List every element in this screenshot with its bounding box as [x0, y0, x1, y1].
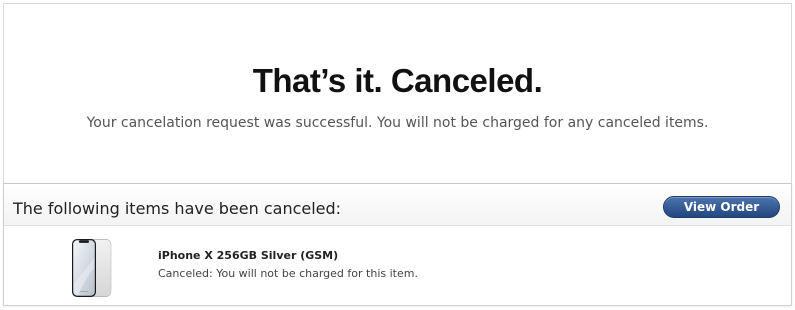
- canceled-items-heading: The following items have been canceled:: [13, 199, 342, 218]
- confirmation-message: Your cancelation request was successful.…: [86, 115, 709, 131]
- canceled-items-panel: The following items have been canceled: …: [3, 183, 792, 306]
- iphone-x-silver-icon: [72, 239, 112, 297]
- page-title: That’s it. Canceled.: [252, 62, 543, 99]
- cancel-confirmation-page: That’s it. Canceled. Your cancelation re…: [0, 0, 795, 310]
- view-order-button[interactable]: View Order: [663, 196, 780, 218]
- list-item: iPhone X 256GB Silver (GSM) Canceled: Yo…: [4, 226, 791, 306]
- canceled-items-header: The following items have been canceled: …: [4, 184, 791, 226]
- item-name: iPhone X 256GB Silver (GSM): [158, 249, 339, 262]
- confirmation-hero: That’s it. Canceled. Your cancelation re…: [3, 3, 792, 183]
- item-status: Canceled: You will not be charged for th…: [158, 267, 418, 280]
